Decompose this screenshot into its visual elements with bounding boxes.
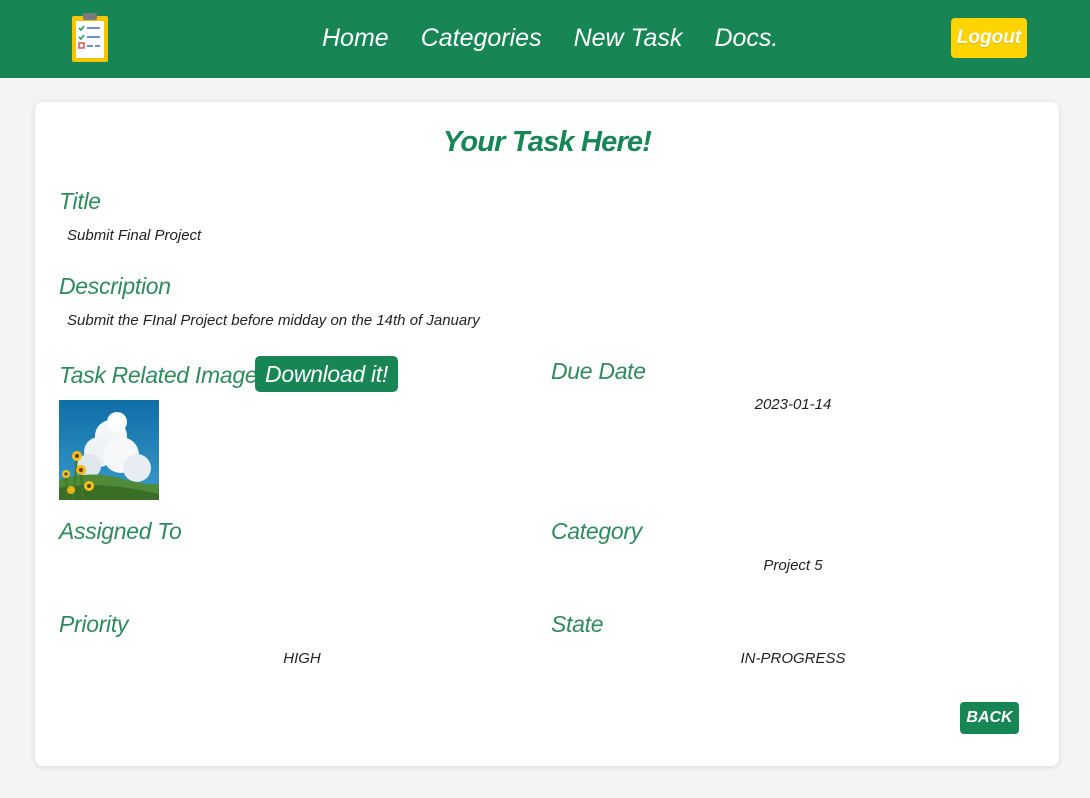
- task-detail-card: Your Task Here! Title Submit Final Proje…: [35, 102, 1059, 766]
- state-value: IN-PROGRESS: [740, 650, 846, 667]
- task-related-image[interactable]: [59, 400, 159, 500]
- title-label: Title: [59, 188, 101, 214]
- main-nav: Home Categories New Task Docs.: [322, 22, 778, 54]
- due-date-value: 2023-01-14: [754, 396, 832, 413]
- nav-home-link[interactable]: Home: [322, 22, 389, 54]
- due-date-label: Due Date: [551, 358, 646, 384]
- category-label: Category: [551, 518, 642, 544]
- clipboard-checklist-icon[interactable]: [70, 12, 110, 64]
- top-navbar: Home Categories New Task Docs. Logout: [0, 0, 1090, 78]
- priority-value: HIGH: [283, 650, 321, 667]
- category-value: Project 5: [763, 557, 823, 574]
- page-title: Your Task Here!: [442, 126, 652, 158]
- description-value: Submit the FInal Project before midday o…: [67, 312, 480, 329]
- back-button[interactable]: BACK: [960, 702, 1019, 734]
- assigned-to-label: Assigned To: [59, 518, 182, 544]
- nav-categories-link[interactable]: Categories: [421, 22, 542, 54]
- nav-new-task-link[interactable]: New Task: [574, 22, 683, 54]
- title-value: Submit Final Project: [67, 227, 202, 244]
- state-label: State: [551, 611, 604, 637]
- logout-button[interactable]: Logout: [951, 18, 1027, 58]
- priority-label: Priority: [59, 611, 129, 637]
- nav-docs-link[interactable]: Docs.: [714, 22, 778, 54]
- description-label: Description: [59, 273, 171, 299]
- task-image-label: Task Related Image: [59, 362, 258, 388]
- download-image-button[interactable]: Download it!: [255, 356, 398, 392]
